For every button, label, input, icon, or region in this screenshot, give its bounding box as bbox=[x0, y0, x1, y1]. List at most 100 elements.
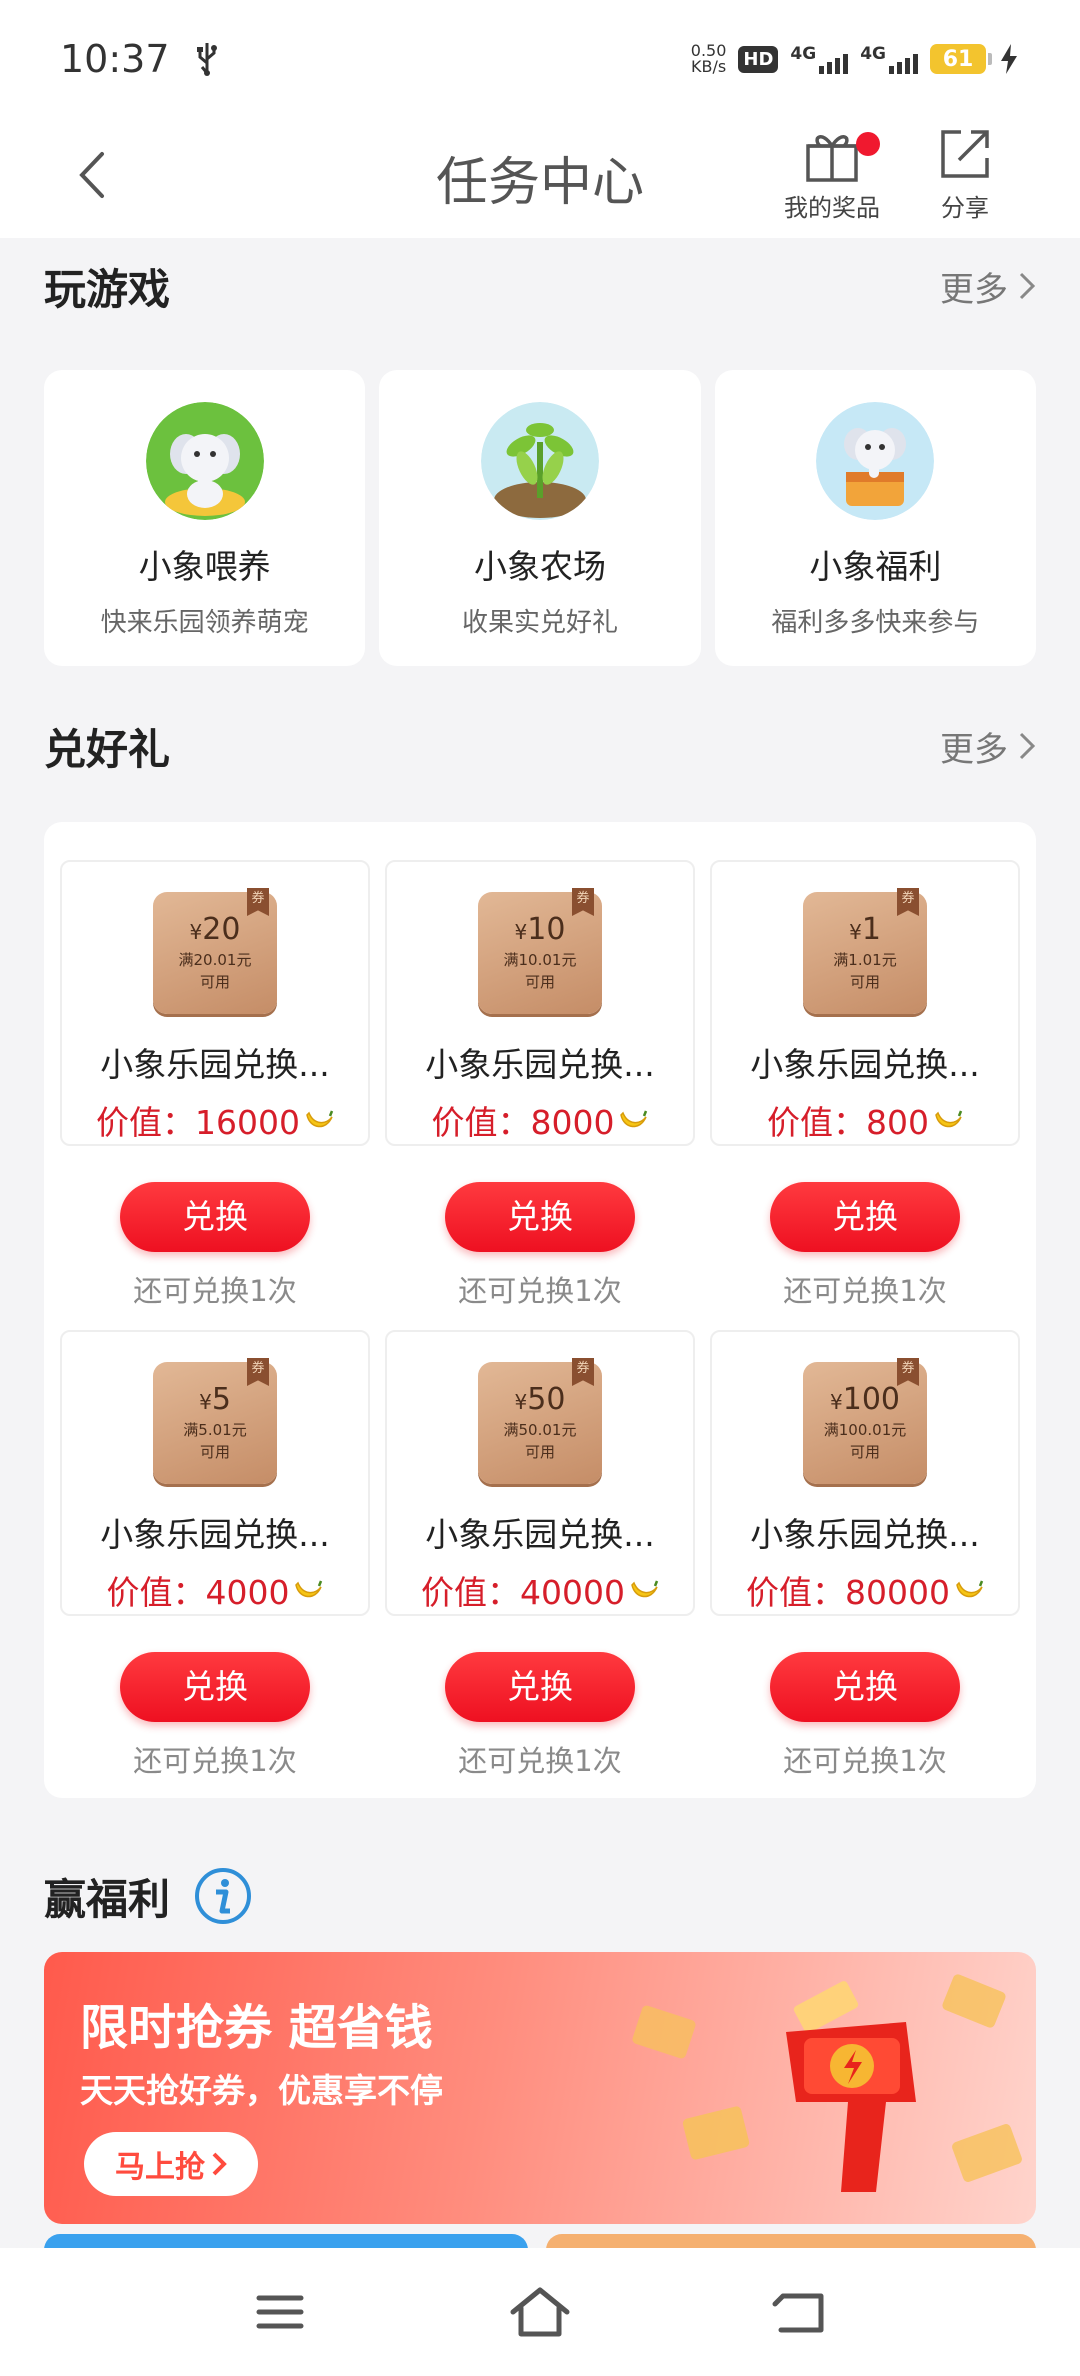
coupon-condition: 满100.01元 bbox=[823, 1421, 907, 1439]
chevron-right-icon bbox=[1019, 272, 1036, 300]
coupon-amount: 100 bbox=[842, 1382, 900, 1417]
game-card-farm[interactable]: 小象农场 收果实兑好礼 bbox=[379, 370, 701, 666]
game-card-welfare[interactable]: 小象福利 福利多多快来参与 bbox=[714, 370, 1036, 666]
banana-coin-icon bbox=[631, 1580, 659, 1598]
gift-item: 券 ¥20 满20.01元 可用 小象乐园兑换... 价值：16000 兑换 还… bbox=[60, 860, 370, 1310]
gift-name: 小象乐园兑换... bbox=[100, 1514, 330, 1554]
remaining-count: 还可兑换1次 bbox=[783, 1744, 947, 1778]
gift-value-text: 价值：80000 bbox=[746, 1573, 950, 1612]
redeem-button[interactable]: 兑换 bbox=[120, 1182, 310, 1252]
battery-icon: 61 bbox=[930, 44, 992, 74]
remaining-count: 还可兑换1次 bbox=[783, 1274, 947, 1308]
gift-name: 小象乐园兑换... bbox=[425, 1514, 655, 1554]
gift-value-text: 价值：40000 bbox=[421, 1573, 625, 1612]
net-speed-unit: KB/s bbox=[690, 57, 727, 76]
elephant-feeding-icon bbox=[145, 402, 264, 520]
sim1-tech: 4G bbox=[790, 44, 817, 64]
coupon-usable: 可用 bbox=[524, 973, 555, 991]
gift-value: 价值：4000 bbox=[107, 1566, 324, 1614]
coupon-amount: 20 bbox=[202, 912, 241, 947]
gifts-panel: 券 ¥20 满20.01元 可用 小象乐园兑换... 价值：16000 兑换 还… bbox=[44, 822, 1036, 1798]
gift-value-text: 价值：4000 bbox=[106, 1573, 290, 1612]
info-icon[interactable] bbox=[194, 1867, 252, 1925]
coupon-condition: 满20.01元 bbox=[178, 951, 252, 969]
chevron-right-icon bbox=[1019, 732, 1036, 760]
redeem-button[interactable]: 兑换 bbox=[770, 1652, 960, 1722]
redeem-button[interactable]: 兑换 bbox=[445, 1652, 635, 1722]
coupon-usable: 可用 bbox=[849, 1443, 880, 1461]
games-list: 小象喂养 快来乐园领养萌宠 小象农场 收果实兑好礼 小象福利 福利多多快来参与 bbox=[44, 370, 1036, 666]
hd-badge: HD bbox=[738, 45, 779, 73]
gift-value: 价值：80000 bbox=[746, 1566, 984, 1614]
gift-card[interactable]: 券 ¥1 满1.01元 可用 小象乐园兑换... 价值：800 bbox=[710, 860, 1020, 1146]
coupon-usable: 可用 bbox=[849, 973, 880, 991]
coupon-usable: 可用 bbox=[199, 973, 230, 991]
usb-icon bbox=[196, 43, 217, 76]
header: 任务中心 我的奖品 分享 bbox=[0, 118, 1080, 238]
back-nav-icon[interactable] bbox=[765, 2282, 835, 2342]
redeem-button[interactable]: 兑换 bbox=[445, 1182, 635, 1252]
gift-item: 券 ¥50 满50.01元 可用 小象乐园兑换... 价值：40000 兑换 还… bbox=[385, 1330, 695, 1780]
signal-icon: 4G bbox=[790, 44, 849, 74]
more-label: 更多 bbox=[940, 269, 1008, 310]
gift-name: 小象乐园兑换... bbox=[425, 1044, 655, 1084]
grab-now-button[interactable]: 马上抢 bbox=[84, 2132, 258, 2196]
coupon-icon: 券 ¥5 满5.01元 可用 bbox=[153, 1358, 277, 1484]
gift-name: 小象乐园兑换... bbox=[100, 1044, 330, 1084]
coupon-icon: 券 ¥100 满100.01元 可用 bbox=[803, 1358, 927, 1484]
remaining-count: 还可兑换1次 bbox=[458, 1744, 622, 1778]
redeem-button[interactable]: 兑换 bbox=[120, 1652, 310, 1722]
gift-item: 券 ¥10 满10.01元 可用 小象乐园兑换... 价值：8000 兑换 还可… bbox=[385, 860, 695, 1310]
banana-coin-icon bbox=[956, 1580, 984, 1598]
gift-item: 券 ¥1 满1.01元 可用 小象乐园兑换... 价值：800 兑换 还可兑换1… bbox=[710, 860, 1020, 1310]
coupon-amount: 10 bbox=[527, 912, 566, 947]
gift-card[interactable]: 券 ¥50 满50.01元 可用 小象乐园兑换... 价值：40000 bbox=[385, 1330, 695, 1616]
coupon-usable: 可用 bbox=[524, 1443, 555, 1461]
gift-value-text: 价值：800 bbox=[767, 1103, 929, 1142]
gift-item: 券 ¥100 满100.01元 可用 小象乐园兑换... 价值：80000 兑换… bbox=[710, 1330, 1020, 1780]
gifts-more-link[interactable]: 更多 bbox=[940, 722, 1036, 771]
home-icon[interactable] bbox=[505, 2282, 575, 2342]
gift-card[interactable]: 券 ¥20 满20.01元 可用 小象乐园兑换... 价值：16000 bbox=[60, 860, 370, 1146]
gift-name: 小象乐园兑换... bbox=[750, 1044, 980, 1084]
menu-icon[interactable] bbox=[245, 2282, 315, 2342]
coupon-promo-banner[interactable]: 限时抢券 超省钱 天天抢好券，优惠享不停 马上抢 bbox=[44, 1952, 1036, 2224]
gift-value: 价值：8000 bbox=[432, 1096, 649, 1144]
gift-value: 价值：40000 bbox=[421, 1566, 659, 1614]
gift-card[interactable]: 券 ¥10 满10.01元 可用 小象乐园兑换... 价值：8000 bbox=[385, 860, 695, 1146]
banana-coin-icon bbox=[306, 1110, 334, 1128]
grab-now-label: 马上抢 bbox=[115, 2150, 205, 2185]
game-name: 小象福利 bbox=[809, 547, 942, 586]
my-prizes-button[interactable]: 我的奖品 bbox=[772, 124, 892, 223]
charging-icon bbox=[1001, 44, 1017, 74]
banana-coin-icon bbox=[620, 1110, 648, 1128]
status-time: 10:37 bbox=[60, 37, 170, 81]
game-desc: 收果实兑好礼 bbox=[461, 608, 618, 638]
chevron-right-icon bbox=[212, 2152, 227, 2176]
coupon-icon: 券 ¥1 满1.01元 可用 bbox=[803, 888, 927, 1014]
my-prizes-label: 我的奖品 bbox=[784, 194, 880, 222]
coupon-condition: 满50.01元 bbox=[503, 1421, 577, 1439]
gifts-section-header: 兑好礼 更多 bbox=[44, 716, 1036, 776]
games-more-link[interactable]: 更多 bbox=[940, 262, 1036, 311]
games-section-header: 玩游戏 更多 bbox=[44, 256, 1036, 316]
coupon-condition: 满5.01元 bbox=[183, 1421, 247, 1439]
coupon-icon: 券 ¥20 满20.01元 可用 bbox=[153, 888, 277, 1014]
remaining-count: 还可兑换1次 bbox=[133, 1274, 297, 1308]
gift-value: 价值：800 bbox=[767, 1096, 963, 1144]
coupon-gun-illustration bbox=[632, 1974, 1022, 2192]
share-icon bbox=[941, 130, 989, 178]
coupon-usable: 可用 bbox=[199, 1443, 230, 1461]
redeem-button[interactable]: 兑换 bbox=[770, 1182, 960, 1252]
welfare-section-header: 赢福利 bbox=[44, 1866, 252, 1926]
gift-card[interactable]: 券 ¥100 满100.01元 可用 小象乐园兑换... 价值：80000 bbox=[710, 1330, 1020, 1616]
game-card-feeding[interactable]: 小象喂养 快来乐园领养萌宠 bbox=[44, 370, 366, 666]
games-section-title: 玩游戏 bbox=[44, 264, 171, 314]
share-button[interactable]: 分享 bbox=[910, 124, 1020, 223]
gift-value: 价值：16000 bbox=[96, 1096, 334, 1144]
promo-title: 限时抢券 超省钱 bbox=[80, 2000, 433, 2056]
gift-card[interactable]: 券 ¥5 满5.01元 可用 小象乐园兑换... 价值：4000 bbox=[60, 1330, 370, 1616]
signal-icon: 4G bbox=[860, 44, 918, 74]
gift-name: 小象乐园兑换... bbox=[750, 1514, 980, 1554]
welfare-section-title: 赢福利 bbox=[44, 1874, 171, 1924]
